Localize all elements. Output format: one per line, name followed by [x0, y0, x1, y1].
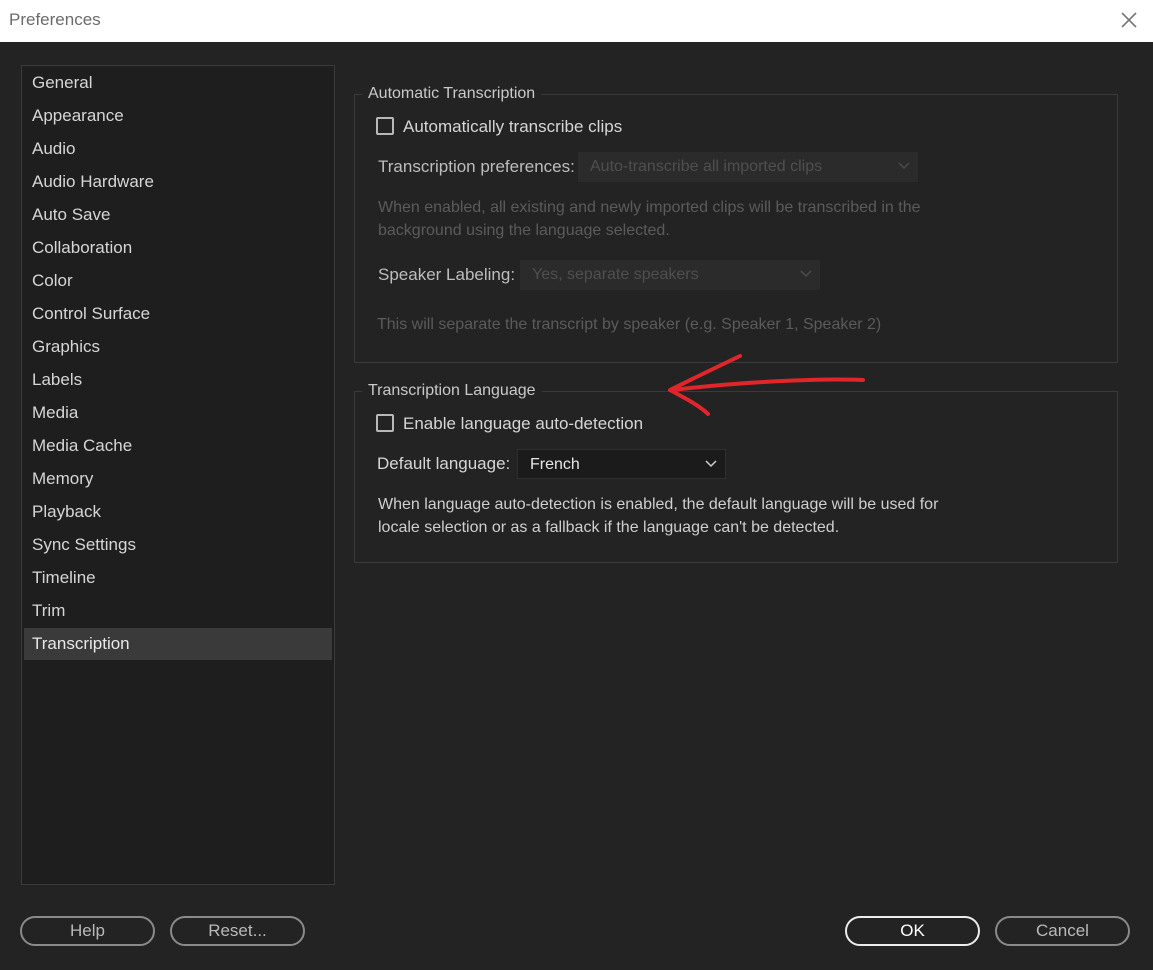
- sidebar-item-transcription[interactable]: Transcription: [24, 628, 332, 660]
- sidebar-item-media[interactable]: Media: [24, 397, 332, 429]
- chevron-down-icon: [800, 270, 812, 278]
- sidebar-item-control-surface[interactable]: Control Surface: [24, 298, 332, 330]
- sidebar-item-collaboration[interactable]: Collaboration: [24, 232, 332, 264]
- language-desc-line1: When language auto-detection is enabled,…: [378, 496, 939, 513]
- transcription-preferences-dropdown[interactable]: Auto-transcribe all imported clips: [578, 152, 918, 182]
- speaker-labeling-dropdown[interactable]: Yes, separate speakers: [520, 260, 820, 290]
- language-auto-detect-checkbox[interactable]: [376, 414, 394, 432]
- arrow-annotation: [668, 354, 865, 416]
- chevron-down-icon: [705, 460, 717, 468]
- auto-transcribe-checkbox[interactable]: [376, 117, 394, 135]
- sidebar-item-appearance[interactable]: Appearance: [24, 100, 332, 132]
- sidebar-item-general[interactable]: General: [24, 67, 332, 99]
- auto-transcription-desc-line2: background using the language selected.: [378, 222, 670, 239]
- language-auto-detect-label: Enable language auto-detection: [403, 414, 644, 433]
- speaker-labeling-desc: This will separate the transcript by spe…: [377, 316, 882, 333]
- default-language-dropdown[interactable]: French: [517, 449, 726, 479]
- transcription-preferences-label: Transcription preferences:: [378, 157, 575, 176]
- default-language-value: French: [530, 456, 580, 473]
- sidebar-item-timeline[interactable]: Timeline: [24, 562, 332, 594]
- cancel-button[interactable]: Cancel: [995, 916, 1130, 946]
- sidebar-item-audio[interactable]: Audio: [24, 133, 332, 165]
- window-title: Preferences: [9, 10, 101, 29]
- auto-transcription-desc-line1: When enabled, all existing and newly imp…: [378, 199, 921, 216]
- help-button[interactable]: Help: [20, 916, 155, 946]
- chevron-down-icon: [898, 162, 910, 170]
- speaker-labeling-label: Speaker Labeling:: [378, 265, 516, 284]
- ok-button[interactable]: OK: [845, 916, 980, 946]
- speaker-labeling-value: Yes, separate speakers: [532, 266, 699, 283]
- auto-transcribe-label: Automatically transcribe clips: [403, 117, 623, 136]
- sidebar-item-audio-hardware[interactable]: Audio Hardware: [24, 166, 332, 198]
- sidebar-item-playback[interactable]: Playback: [24, 496, 332, 528]
- sidebar-item-sync-settings[interactable]: Sync Settings: [24, 529, 332, 561]
- sidebar-item-graphics[interactable]: Graphics: [24, 331, 332, 363]
- transcription-language-heading: Transcription Language: [362, 382, 542, 400]
- language-desc-line2: locale selection or as a fallback if the…: [378, 519, 840, 536]
- close-icon[interactable]: [1116, 7, 1142, 33]
- transcription-preferences-value: Auto-transcribe all imported clips: [590, 158, 823, 175]
- reset-button[interactable]: Reset...: [170, 916, 305, 946]
- sidebar-item-memory[interactable]: Memory: [24, 463, 332, 495]
- sidebar-item-color[interactable]: Color: [24, 265, 332, 297]
- default-language-label: Default language:: [377, 454, 511, 473]
- automatic-transcription-heading: Automatic Transcription: [362, 85, 542, 103]
- sidebar-item-auto-save[interactable]: Auto Save: [24, 199, 332, 231]
- sidebar-item-labels[interactable]: Labels: [24, 364, 332, 396]
- category-sidebar: General Appearance Audio Audio Hardware …: [21, 65, 335, 885]
- title-bar: Preferences: [0, 0, 1153, 42]
- sidebar-item-trim[interactable]: Trim: [24, 595, 332, 627]
- sidebar-item-media-cache[interactable]: Media Cache: [24, 430, 332, 462]
